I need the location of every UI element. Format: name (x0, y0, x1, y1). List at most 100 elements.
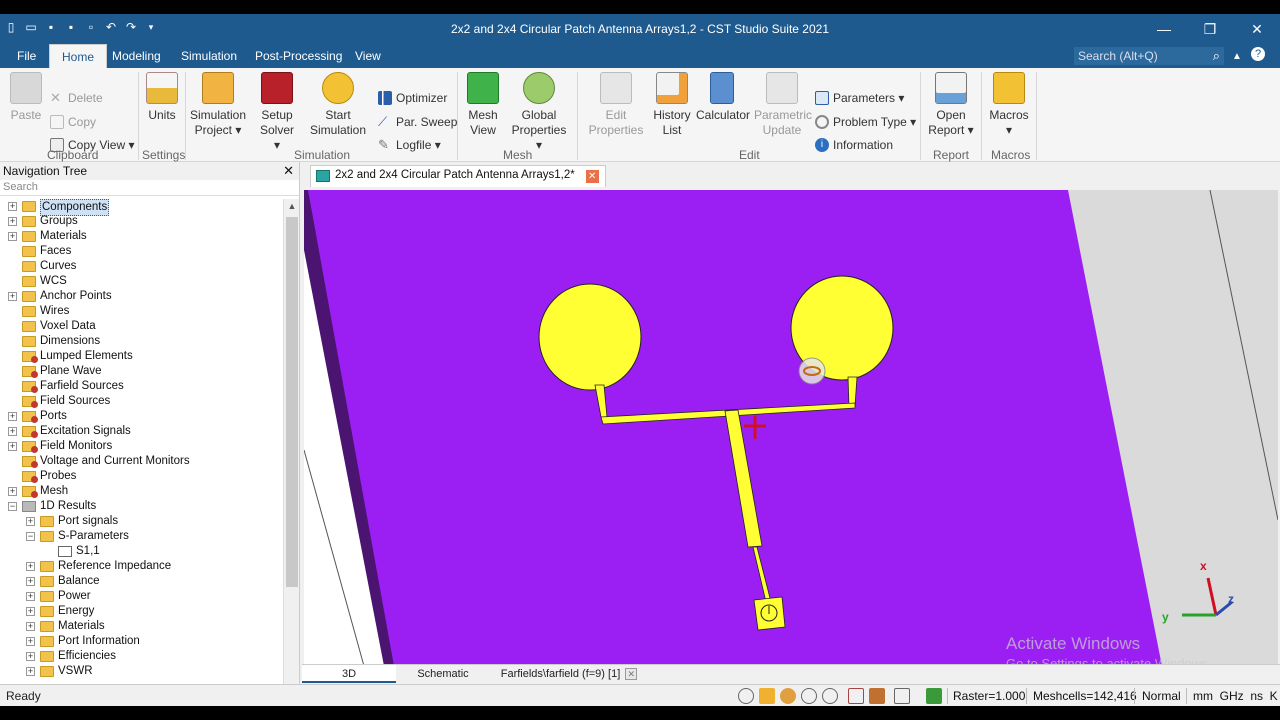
tree-node[interactable]: + Anchor Points (0, 289, 284, 304)
maximize-button[interactable]: ❐ (1200, 20, 1220, 38)
edit-properties-button[interactable]: Edit Properties (588, 72, 644, 138)
delete-button[interactable]: ✕ Delete (50, 89, 103, 107)
zoom-in-icon[interactable] (801, 688, 817, 704)
units-button[interactable]: Units (145, 72, 179, 123)
zoom-icon[interactable] (738, 688, 754, 704)
expand-icon[interactable]: + (26, 577, 35, 586)
tree-node[interactable]: + Components (0, 199, 284, 216)
calculator-button[interactable]: Calculator (696, 72, 750, 123)
tree-node[interactable]: + Materials (0, 229, 284, 244)
open-report-button[interactable]: Open Report ▾ (928, 72, 974, 138)
tree-node[interactable]: + Excitation Signals (0, 424, 284, 439)
help-icon[interactable]: ? (1251, 47, 1265, 61)
tree-node[interactable]: Dimensions (0, 334, 284, 349)
tab-3d[interactable]: 3D (302, 665, 396, 683)
tree-node[interactable]: + Groups (0, 214, 284, 229)
expand-icon[interactable]: + (8, 442, 17, 451)
scrollbar-thumb[interactable] (286, 217, 298, 587)
start-simulation-button[interactable]: Start Simulation (309, 72, 367, 138)
collapse-icon[interactable]: − (8, 502, 17, 511)
expand-icon[interactable]: + (26, 622, 35, 631)
tab-home[interactable]: Home (49, 44, 108, 69)
tab-schematic[interactable]: Schematic (396, 665, 490, 683)
global-properties-button[interactable]: Global Properties ▾ (508, 72, 570, 153)
tree-node[interactable]: Wires (0, 304, 284, 319)
pan-icon[interactable] (759, 688, 775, 704)
expand-icon[interactable]: + (26, 517, 35, 526)
mesh-toggle-icon[interactable] (926, 688, 942, 704)
3d-viewport[interactable]: x y z Activate Windows Go to Settings to… (304, 190, 1278, 666)
minimize-button[interactable]: — (1154, 20, 1174, 38)
par-sweep-button[interactable]: ⟋ Par. Sweep (378, 113, 457, 131)
view-cube-icon[interactable] (894, 688, 910, 704)
tree-node[interactable]: − S-Parameters (0, 529, 284, 544)
document-tab[interactable]: 2x2 and 2x4 Circular Patch Antenna Array… (310, 165, 606, 187)
setup-solver-button[interactable]: Setup Solver ▾ (256, 72, 298, 153)
expand-icon[interactable]: + (26, 562, 35, 571)
tab-simulation[interactable]: Simulation (181, 49, 237, 63)
scroll-up-icon[interactable]: ▲ (286, 201, 298, 211)
collapse-icon[interactable]: − (26, 532, 35, 541)
select-icon[interactable] (869, 688, 885, 704)
tab-farfield[interactable]: Farfields\farfield (f=9) [1] ✕ (494, 665, 644, 683)
tree-node[interactable]: + Reference Impedance (0, 559, 284, 574)
expand-icon[interactable]: + (26, 637, 35, 646)
tree-search-input[interactable]: Search (0, 180, 299, 196)
rotate-icon[interactable] (780, 688, 796, 704)
history-list-button[interactable]: History List (652, 72, 692, 138)
tree-node[interactable]: + Balance (0, 574, 284, 589)
tree-node[interactable]: Probes (0, 469, 284, 484)
expand-icon[interactable]: + (8, 217, 17, 226)
expand-icon[interactable]: + (8, 292, 17, 301)
tree-node[interactable]: + Field Monitors (0, 439, 284, 454)
mesh-view-button[interactable]: Mesh View (464, 72, 502, 138)
tree-node[interactable]: Lumped Elements (0, 349, 284, 364)
expand-icon[interactable]: + (8, 232, 17, 241)
tree-node[interactable]: + Energy (0, 604, 284, 619)
parametric-update-button[interactable]: Parametric Update (754, 72, 812, 138)
tree-node[interactable]: WCS (0, 274, 284, 289)
tree-node[interactable]: + Port signals (0, 514, 284, 529)
tree-node[interactable]: Field Sources (0, 394, 284, 409)
fit-view-icon[interactable] (848, 688, 864, 704)
tree-node[interactable]: + Power (0, 589, 284, 604)
tree-node[interactable]: Voxel Data (0, 319, 284, 334)
tree-node[interactable]: Faces (0, 244, 284, 259)
expand-icon[interactable]: + (26, 667, 35, 676)
close-tab-icon[interactable]: ✕ (585, 170, 599, 183)
problem-type-button[interactable]: Problem Type ▾ (815, 113, 916, 131)
close-window-button[interactable]: ✕ (1247, 20, 1267, 38)
expand-icon[interactable]: + (8, 427, 17, 436)
tab-modeling[interactable]: Modeling (112, 49, 161, 63)
expand-icon[interactable]: + (26, 652, 35, 661)
tree-node[interactable]: + Port Information (0, 634, 284, 649)
tree-node[interactable]: Voltage and Current Monitors (0, 454, 284, 469)
tree-node[interactable]: Curves (0, 259, 284, 274)
tree-node[interactable]: − 1D Results (0, 499, 284, 514)
tree-node[interactable]: S1,1 (0, 544, 284, 559)
tree-node[interactable]: + Mesh (0, 484, 284, 499)
information-button[interactable]: i Information (815, 136, 893, 154)
logfile-button[interactable]: ✎ Logfile ▾ (378, 136, 441, 154)
tree-scrollbar[interactable]: ▲ ▼ (283, 199, 299, 694)
expand-icon[interactable]: + (8, 487, 17, 496)
tab-file[interactable]: File (17, 49, 36, 63)
tree-node[interactable]: + Materials (0, 619, 284, 634)
copy-button[interactable]: Copy (50, 113, 96, 131)
simulation-project-button[interactable]: Simulation Project ▾ (190, 72, 246, 138)
parameters-button[interactable]: Parameters ▾ (815, 89, 904, 107)
tab-view[interactable]: View (355, 49, 381, 63)
tree-node[interactable]: Farfield Sources (0, 379, 284, 394)
tree-node[interactable]: + Efficiencies (0, 649, 284, 664)
expand-icon[interactable]: + (8, 412, 17, 421)
reset-view-icon[interactable] (822, 688, 838, 704)
paste-button[interactable]: Paste (8, 72, 44, 123)
optimizer-button[interactable]: Optimizer (378, 89, 447, 107)
search-input[interactable]: Search (Alt+Q) ⌕ (1074, 47, 1224, 65)
tree-node[interactable]: + VSWR (0, 664, 284, 679)
expand-icon[interactable]: + (26, 592, 35, 601)
tree-node[interactable]: Plane Wave (0, 364, 284, 379)
tree-node[interactable]: + Ports (0, 409, 284, 424)
expand-icon[interactable]: + (8, 202, 17, 211)
collapse-ribbon-icon[interactable]: ▲ (1232, 51, 1242, 62)
